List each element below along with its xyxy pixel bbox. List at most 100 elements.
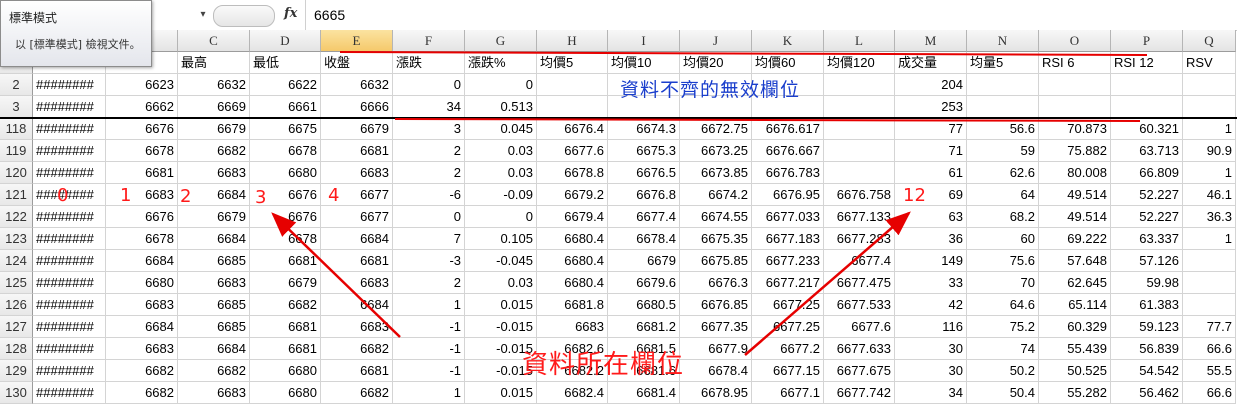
- table-cell[interactable]: -0.015: [465, 316, 537, 338]
- table-cell[interactable]: 6676.3: [680, 272, 752, 294]
- table-cell[interactable]: 6677.675: [824, 360, 895, 382]
- table-cell[interactable]: 6684: [106, 316, 178, 338]
- table-cell[interactable]: 75.2: [967, 316, 1039, 338]
- table-cell[interactable]: [537, 96, 608, 118]
- table-cell[interactable]: 6676.617: [752, 118, 824, 140]
- table-cell[interactable]: 6677.2: [752, 338, 824, 360]
- table-cell[interactable]: 63: [895, 206, 967, 228]
- table-cell[interactable]: -0.09: [465, 184, 537, 206]
- column-header-n[interactable]: N: [967, 30, 1039, 52]
- table-cell[interactable]: 6676.5: [608, 162, 680, 184]
- table-cell[interactable]: 6677.742: [824, 382, 895, 404]
- table-cell[interactable]: 6680: [250, 360, 321, 382]
- table-cell[interactable]: 6681: [250, 250, 321, 272]
- table-cell[interactable]: 6683: [178, 382, 250, 404]
- table-cell[interactable]: 6683: [537, 316, 608, 338]
- table-cell[interactable]: 6678: [106, 228, 178, 250]
- table-cell[interactable]: 6674.3: [608, 118, 680, 140]
- table-cell[interactable]: ########: [33, 118, 106, 140]
- table-cell[interactable]: 6675.85: [680, 250, 752, 272]
- table-cell[interactable]: 50.4: [967, 382, 1039, 404]
- table-cell[interactable]: 6677.133: [824, 206, 895, 228]
- column-header-l[interactable]: L: [824, 30, 895, 52]
- table-cell[interactable]: 52.227: [1111, 206, 1183, 228]
- table-cell[interactable]: 6677.533: [824, 294, 895, 316]
- table-cell[interactable]: ########: [33, 74, 106, 96]
- table-cell[interactable]: 71: [895, 140, 967, 162]
- table-cell[interactable]: 6683: [321, 272, 393, 294]
- column-header-g[interactable]: G: [465, 30, 537, 52]
- table-cell[interactable]: -0.045: [465, 250, 537, 272]
- table-cell[interactable]: 77: [895, 118, 967, 140]
- table-cell[interactable]: 6682: [178, 140, 250, 162]
- table-cell[interactable]: 0.045: [465, 118, 537, 140]
- table-cell[interactable]: 56.839: [1111, 338, 1183, 360]
- column-header-j[interactable]: J: [680, 30, 752, 52]
- table-cell[interactable]: 6683: [106, 338, 178, 360]
- header-label-cell[interactable]: 均價120: [824, 52, 895, 74]
- table-cell[interactable]: [1183, 96, 1236, 118]
- table-cell[interactable]: [1183, 272, 1236, 294]
- table-cell[interactable]: 6681: [250, 338, 321, 360]
- table-cell[interactable]: 6684: [321, 228, 393, 250]
- table-cell[interactable]: 0.03: [465, 162, 537, 184]
- row-header[interactable]: 127: [0, 316, 33, 338]
- table-cell[interactable]: 6678: [250, 140, 321, 162]
- table-cell[interactable]: 34: [895, 382, 967, 404]
- column-header-p[interactable]: P: [1111, 30, 1183, 52]
- table-cell[interactable]: 55.439: [1039, 338, 1111, 360]
- table-cell[interactable]: 6680: [250, 162, 321, 184]
- table-cell[interactable]: -1: [393, 316, 465, 338]
- insert-function-button[interactable]: fx: [284, 6, 297, 21]
- table-cell[interactable]: 0.513: [465, 96, 537, 118]
- row-header[interactable]: 2: [0, 74, 33, 96]
- table-cell[interactable]: 63.713: [1111, 140, 1183, 162]
- table-cell[interactable]: 6678.95: [680, 382, 752, 404]
- row-header[interactable]: 130: [0, 382, 33, 404]
- table-cell[interactable]: 6677.475: [824, 272, 895, 294]
- table-cell[interactable]: 6683: [321, 162, 393, 184]
- table-cell[interactable]: ########: [33, 184, 106, 206]
- table-cell[interactable]: 6682: [321, 338, 393, 360]
- table-cell[interactable]: 6677.25: [752, 294, 824, 316]
- table-cell[interactable]: 6681: [250, 316, 321, 338]
- header-label-cell[interactable]: 漲跌%: [465, 52, 537, 74]
- table-cell[interactable]: 74: [967, 338, 1039, 360]
- table-cell[interactable]: 6679.4: [537, 206, 608, 228]
- table-cell[interactable]: 6662: [106, 96, 178, 118]
- table-cell[interactable]: 6680: [250, 382, 321, 404]
- table-cell[interactable]: 6682: [250, 294, 321, 316]
- table-cell[interactable]: [824, 140, 895, 162]
- table-cell[interactable]: 1: [393, 382, 465, 404]
- table-cell[interactable]: 0: [465, 74, 537, 96]
- table-cell[interactable]: ########: [33, 360, 106, 382]
- table-cell[interactable]: 62.645: [1039, 272, 1111, 294]
- table-cell[interactable]: 6678.8: [537, 162, 608, 184]
- table-cell[interactable]: 6679.2: [537, 184, 608, 206]
- table-cell[interactable]: 75.6: [967, 250, 1039, 272]
- table-cell[interactable]: [967, 96, 1039, 118]
- header-label-cell[interactable]: 成交量: [895, 52, 967, 74]
- column-header-o[interactable]: O: [1039, 30, 1111, 52]
- table-cell[interactable]: 6677.4: [608, 206, 680, 228]
- column-header-q[interactable]: Q: [1183, 30, 1236, 52]
- table-cell[interactable]: -3: [393, 250, 465, 272]
- table-cell[interactable]: 6677.9: [680, 338, 752, 360]
- table-cell[interactable]: 6678.4: [680, 360, 752, 382]
- column-header-h[interactable]: H: [537, 30, 608, 52]
- table-cell[interactable]: [1183, 74, 1236, 96]
- table-cell[interactable]: 0.015: [465, 382, 537, 404]
- table-cell[interactable]: -6: [393, 184, 465, 206]
- table-cell[interactable]: 59.98: [1111, 272, 1183, 294]
- table-cell[interactable]: 49.514: [1039, 206, 1111, 228]
- table-cell[interactable]: 66.6: [1183, 382, 1236, 404]
- table-cell[interactable]: 33: [895, 272, 967, 294]
- table-cell[interactable]: 6677.233: [752, 250, 824, 272]
- table-cell[interactable]: 6661: [250, 96, 321, 118]
- table-cell[interactable]: 0.03: [465, 140, 537, 162]
- table-cell[interactable]: 6681: [321, 250, 393, 272]
- table-cell[interactable]: 6684: [178, 338, 250, 360]
- name-box-dropdown-icon[interactable]: ▾: [196, 8, 210, 22]
- table-cell[interactable]: 6682: [106, 360, 178, 382]
- table-cell[interactable]: 59.123: [1111, 316, 1183, 338]
